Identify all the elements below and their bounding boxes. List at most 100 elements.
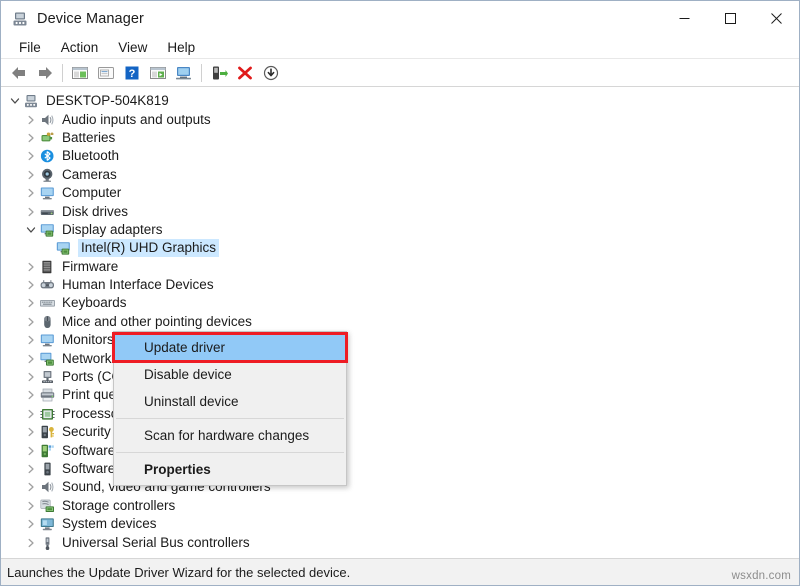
tree-node-label: Universal Serial Bus controllers (62, 534, 250, 550)
tree-node[interactable]: Bluetooth (1, 147, 799, 165)
toolbar-separator-1 (62, 63, 63, 82)
tree-node[interactable]: Keyboards (1, 294, 799, 312)
printer-icon (39, 387, 56, 403)
context-menu-item-update-driver[interactable]: Update driver (112, 332, 348, 363)
tree-node[interactable]: Storage controllers (1, 497, 799, 515)
chevron-right-icon[interactable] (23, 516, 39, 532)
mouse-icon (39, 314, 56, 330)
tree-node-label: Intel(R) UHD Graphics (78, 239, 220, 258)
chevron-right-icon[interactable] (23, 112, 39, 128)
properties-button[interactable] (93, 61, 119, 85)
tree-node[interactable]: Batteries (1, 129, 799, 147)
tree-node[interactable]: Universal Serial Bus controllers (1, 533, 799, 551)
chevron-down-icon[interactable] (7, 93, 23, 109)
tree-node[interactable]: Human Interface Devices (1, 276, 799, 294)
system-device-icon (39, 516, 56, 532)
chevron-right-icon[interactable] (23, 498, 39, 514)
camera-icon (39, 167, 56, 183)
tree-node-label: System devices (62, 516, 157, 532)
chevron-right-icon[interactable] (23, 387, 39, 403)
computer-icon (23, 93, 40, 109)
chevron-right-icon[interactable] (23, 314, 39, 330)
menu-view[interactable]: View (108, 38, 157, 57)
chevron-right-icon[interactable] (23, 424, 39, 440)
minimize-button[interactable] (661, 1, 707, 36)
tree-node-label: Monitors (62, 332, 114, 348)
tree-node[interactable]: Mice and other pointing devices (1, 313, 799, 331)
help-button[interactable]: ? (119, 61, 145, 85)
chevron-right-icon[interactable] (23, 461, 39, 477)
chevron-right-icon[interactable] (23, 295, 39, 311)
monitor-icon (39, 332, 56, 348)
chevron-right-icon[interactable] (23, 406, 39, 422)
console-tree-panel: DESKTOP-504K819 Audio inputs and outputs B… (1, 87, 799, 558)
device-tree[interactable]: DESKTOP-504K819 Audio inputs and outputs B… (1, 88, 799, 558)
show-hide-console-tree-button[interactable] (67, 61, 93, 85)
tree-node-label: Keyboards (62, 295, 127, 311)
tree-node[interactable]: Cameras (1, 166, 799, 184)
tree-root-node[interactable]: DESKTOP-504K819 (1, 92, 799, 110)
maximize-button[interactable] (707, 1, 753, 36)
tree-node-label: Cameras (62, 166, 117, 182)
title-bar: Device Manager (1, 1, 799, 36)
tree-node[interactable]: Audio inputs and outputs (1, 110, 799, 128)
scan-for-hardware-changes-button[interactable] (171, 61, 197, 85)
tree-node[interactable]: Intel(R) UHD Graphics (1, 239, 799, 258)
context-menu-separator (116, 452, 344, 453)
device-manager-window: Device Manager File Action View Help ? D… (0, 0, 800, 586)
chevron-right-icon[interactable] (23, 479, 39, 495)
context-menu-item-properties[interactable]: Properties (114, 456, 346, 483)
tree-node[interactable]: Firmware (1, 258, 799, 276)
tree-node-label: Display adapters (62, 221, 163, 237)
chevron-right-icon[interactable] (23, 332, 39, 348)
tree-node-label: Firmware (62, 258, 119, 274)
chevron-right-icon[interactable] (23, 167, 39, 183)
context-menu-item-scan-for-hardware-changes[interactable]: Scan for hardware changes (114, 422, 346, 449)
tree-node-label: DESKTOP-504K819 (46, 93, 169, 109)
chevron-right-icon[interactable] (23, 535, 39, 551)
software-device-icon (39, 461, 56, 477)
menu-help[interactable]: Help (157, 38, 205, 57)
chevron-right-icon[interactable] (23, 277, 39, 293)
menu-action[interactable]: Action (51, 38, 109, 57)
enable-device-button[interactable] (206, 61, 232, 85)
chevron-right-icon[interactable] (23, 351, 39, 367)
tree-node-label: Human Interface Devices (62, 277, 214, 293)
forward-button[interactable] (32, 61, 58, 85)
window-title: Device Manager (37, 10, 144, 27)
context-menu-item-disable-device[interactable]: Disable device (114, 361, 346, 388)
port-icon (39, 369, 56, 385)
tree-node[interactable]: System devices (1, 515, 799, 533)
network-adapter-icon (39, 351, 56, 367)
computer-icon (11, 10, 29, 28)
chevron-right-icon[interactable] (23, 443, 39, 459)
close-button[interactable] (753, 1, 799, 36)
disable-device-button[interactable] (258, 61, 284, 85)
toolbar: ? (1, 59, 799, 87)
update-driver-button[interactable] (145, 61, 171, 85)
tree-node-label: Computer (62, 185, 122, 201)
chevron-right-icon[interactable] (23, 204, 39, 220)
uninstall-device-button[interactable] (232, 61, 258, 85)
keyboard-icon (39, 295, 56, 311)
chevron-right-icon[interactable] (23, 185, 39, 201)
tree-node-label: Bluetooth (62, 148, 120, 164)
context-menu[interactable]: Update driver Disable device Uninstall dev… (112, 331, 348, 486)
tree-node[interactable]: Display adapters (1, 221, 799, 239)
tree-node[interactable]: Disk drives (1, 202, 799, 220)
context-menu-item-uninstall-device[interactable]: Uninstall device (114, 388, 346, 415)
software-component-icon (39, 443, 56, 459)
chevron-right-icon[interactable] (23, 259, 39, 275)
tree-node[interactable]: Computer (1, 184, 799, 202)
chevron-right-icon[interactable] (23, 130, 39, 146)
chevron-down-icon[interactable] (23, 222, 39, 238)
chevron-right-icon[interactable] (23, 148, 39, 164)
back-button[interactable] (6, 61, 32, 85)
chevron-right-icon[interactable] (23, 369, 39, 385)
storage-controller-icon (39, 498, 56, 514)
toolbar-separator-2 (201, 63, 202, 82)
menu-file[interactable]: File (9, 38, 51, 57)
status-bar: Launches the Update Driver Wizard for th… (1, 558, 799, 585)
display-adapter-icon (55, 240, 72, 256)
speaker-icon (39, 112, 56, 128)
